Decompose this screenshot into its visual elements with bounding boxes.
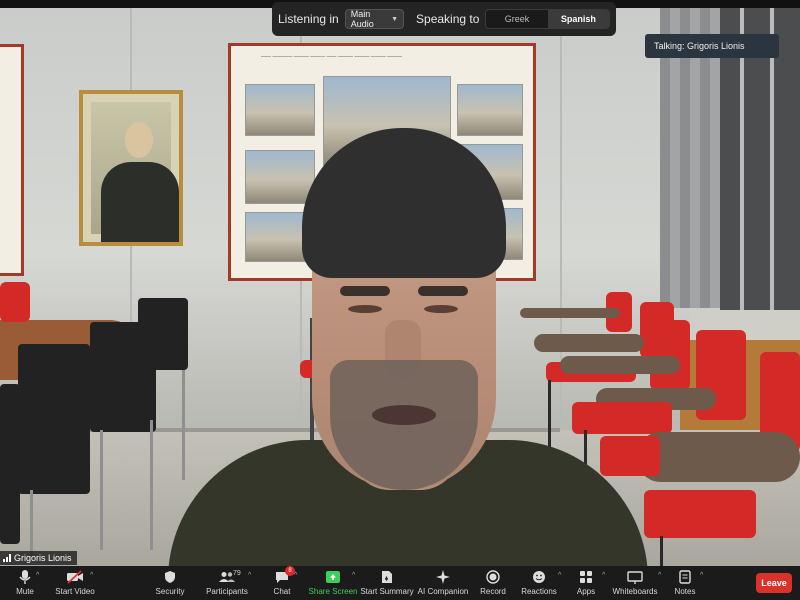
person-brow bbox=[340, 286, 390, 296]
chair-leg bbox=[100, 430, 103, 550]
poster-photo bbox=[245, 84, 315, 136]
chevron-up-icon[interactable]: ^ bbox=[90, 572, 93, 579]
share-screen-icon bbox=[325, 569, 341, 585]
record-label: Record bbox=[480, 587, 506, 596]
reactions-button[interactable]: Reactions bbox=[520, 566, 558, 600]
language-option-spanish[interactable]: Spanish bbox=[547, 10, 609, 28]
microphone-icon bbox=[18, 569, 32, 585]
start-summary-label: Start Summary bbox=[360, 587, 414, 596]
talking-indicator: Talking: Grigoris Lionis bbox=[645, 34, 779, 58]
notes-label: Notes bbox=[674, 587, 696, 596]
chair-leg bbox=[30, 490, 33, 560]
security-label: Security bbox=[155, 587, 185, 596]
leave-button[interactable]: Leave bbox=[756, 573, 792, 593]
meeting-toolbar: Mute ^ Start Video ^ Security 79 Partici… bbox=[0, 566, 800, 600]
desk-leg bbox=[660, 536, 663, 566]
student-desk bbox=[534, 334, 644, 352]
wall-frame bbox=[0, 44, 24, 276]
listening-label: Listening in bbox=[278, 12, 339, 26]
ai-companion-button[interactable]: AI Companion bbox=[418, 566, 468, 600]
apps-label: Apps bbox=[576, 587, 596, 596]
person-eye bbox=[424, 305, 458, 313]
chevron-up-icon[interactable]: ^ bbox=[602, 572, 605, 579]
person-mouth bbox=[372, 405, 436, 425]
notes-button[interactable]: Notes bbox=[672, 566, 698, 600]
black-chair bbox=[0, 384, 20, 544]
poster-caption: —— ———— ——— ——— —— ——— ——— ——— ——— bbox=[261, 54, 403, 60]
sparkle-icon bbox=[436, 569, 450, 585]
apps-grid-icon bbox=[579, 569, 593, 585]
shield-icon bbox=[164, 569, 176, 585]
mute-label: Mute bbox=[16, 587, 34, 596]
share-screen-label: Share Screen bbox=[308, 587, 358, 596]
person-brow bbox=[418, 286, 468, 296]
interpretation-bar: Listening in Main Audio ▼ Speaking to Gr… bbox=[272, 2, 616, 36]
video-off-icon bbox=[66, 569, 84, 585]
chair-leg bbox=[182, 370, 185, 480]
person-eye bbox=[348, 305, 382, 313]
chat-label: Chat bbox=[273, 587, 291, 596]
ai-companion-label: AI Companion bbox=[417, 587, 469, 596]
black-chair bbox=[90, 322, 156, 432]
speaking-language-toggle: Greek Spanish bbox=[485, 9, 610, 29]
summary-doc-icon bbox=[381, 569, 393, 585]
language-option-greek[interactable]: Greek bbox=[486, 10, 547, 28]
participants-count: 79 bbox=[233, 570, 241, 577]
smiley-icon bbox=[532, 569, 546, 585]
red-chair bbox=[0, 282, 30, 322]
whiteboards-label: Whiteboards bbox=[612, 587, 658, 596]
share-screen-button[interactable]: Share Screen bbox=[308, 566, 358, 600]
portrait-frame bbox=[79, 90, 183, 246]
participants-button[interactable]: 79 Participants bbox=[205, 566, 249, 600]
participant-name: Grigoris Lionis bbox=[14, 553, 72, 563]
poster-photo bbox=[245, 150, 315, 204]
people-icon: 79 bbox=[219, 569, 241, 585]
chat-icon: 8 bbox=[275, 566, 295, 585]
security-button[interactable]: Security bbox=[155, 566, 185, 600]
record-icon bbox=[486, 569, 500, 585]
student-desk bbox=[636, 432, 800, 482]
notes-icon bbox=[679, 569, 691, 585]
apps-button[interactable]: Apps bbox=[574, 566, 598, 600]
signal-strength-icon bbox=[3, 554, 11, 562]
red-chair-seat bbox=[600, 436, 660, 476]
record-button[interactable]: Record bbox=[478, 566, 508, 600]
audio-select-value: Main Audio bbox=[350, 9, 374, 29]
chevron-up-icon[interactable]: ^ bbox=[248, 572, 251, 579]
red-chair-seat bbox=[572, 402, 672, 434]
chevron-up-icon[interactable]: ^ bbox=[352, 572, 355, 579]
student-desk bbox=[560, 356, 680, 374]
reactions-label: Reactions bbox=[521, 587, 557, 596]
whiteboard-icon bbox=[627, 569, 643, 585]
chevron-up-icon[interactable]: ^ bbox=[658, 572, 661, 579]
red-chair bbox=[650, 320, 690, 390]
red-chair-seat bbox=[644, 490, 756, 538]
chevron-up-icon[interactable]: ^ bbox=[36, 572, 39, 579]
listening-audio-select[interactable]: Main Audio ▼ bbox=[344, 9, 405, 29]
student-desk bbox=[520, 308, 620, 318]
black-chair bbox=[18, 344, 90, 494]
chair-leg bbox=[150, 420, 153, 550]
participants-label: Participants bbox=[206, 587, 248, 596]
portrait-head bbox=[125, 122, 153, 158]
speaking-label: Speaking to bbox=[416, 12, 480, 26]
video-feed: —— ———— ——— ——— —— ——— ——— ——— ——— bbox=[0, 0, 800, 566]
chevron-up-icon[interactable]: ^ bbox=[558, 572, 561, 579]
whiteboards-button[interactable]: Whiteboards bbox=[612, 566, 658, 600]
chevron-down-icon: ▼ bbox=[391, 15, 399, 23]
chat-button[interactable]: 8 Chat bbox=[270, 566, 295, 600]
portrait-body bbox=[101, 162, 179, 242]
chevron-up-icon[interactable]: ^ bbox=[700, 572, 703, 579]
start-video-label: Start Video bbox=[55, 587, 95, 596]
portrait-image bbox=[91, 102, 179, 242]
chevron-up-icon[interactable]: ^ bbox=[294, 572, 297, 579]
participant-name-tag: Grigoris Lionis bbox=[0, 551, 77, 565]
start-summary-button[interactable]: Start Summary bbox=[360, 566, 414, 600]
poster-photo bbox=[457, 84, 523, 136]
